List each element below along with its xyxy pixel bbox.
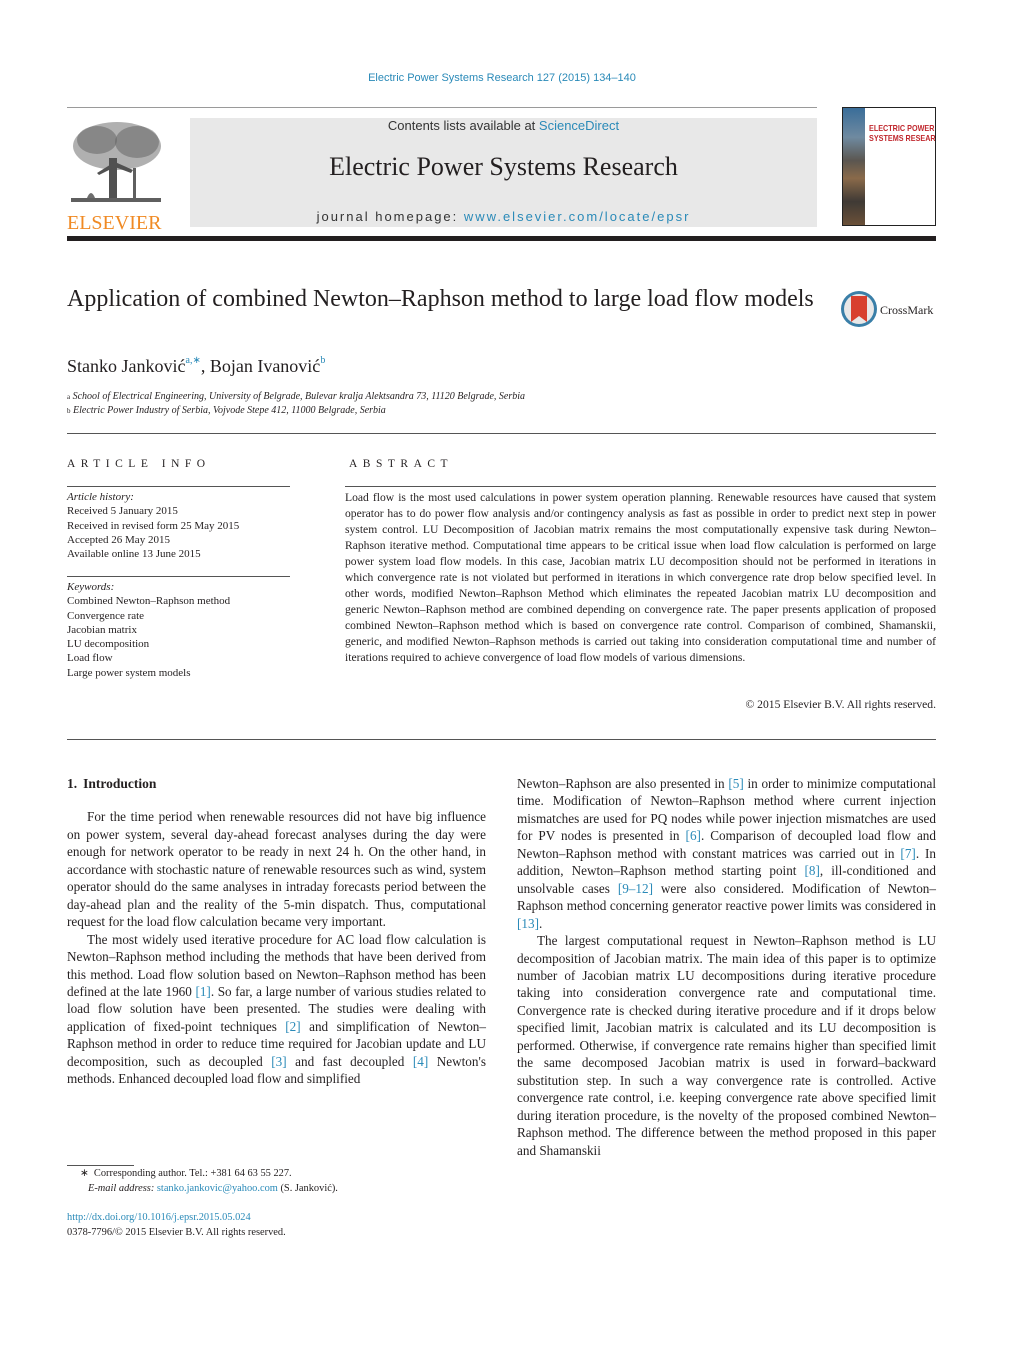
citation-link[interactable]: [6] <box>686 828 701 843</box>
citation-link[interactable]: [9–12] <box>618 881 653 896</box>
issn-line: 0378-7796/© 2015 Elsevier B.V. All right… <box>67 1226 286 1238</box>
homepage-link[interactable]: www.elsevier.com/locate/epsr <box>464 209 691 224</box>
history-item: Available online 13 June 2015 <box>67 548 201 561</box>
keyword-item: Jacobian matrix <box>67 623 137 636</box>
section-number: 1. <box>67 776 78 791</box>
doi-block: http://dx.doi.org/10.1016/j.epsr.2015.05… <box>67 1211 286 1240</box>
crossmark-icon <box>841 291 877 327</box>
cover-title: ELECTRIC POWER SYSTEMS RESEARCH <box>869 123 936 143</box>
email-link[interactable]: stanko.jankovic@yahoo.com <box>157 1183 278 1194</box>
crossmark-badge[interactable]: CrossMark <box>840 290 940 330</box>
divider <box>345 486 936 487</box>
author-list: Stanko Jankovića,∗, Bojan Ivanovićb <box>67 355 326 376</box>
footnote-divider <box>67 1165 134 1166</box>
homepage-line: journal homepage: www.elsevier.com/locat… <box>190 209 817 224</box>
divider <box>67 486 290 487</box>
article-title: Application of combined Newton–Raphson m… <box>67 286 814 312</box>
citation-link[interactable]: [8] <box>805 863 820 878</box>
header-divider <box>67 107 817 108</box>
author-name[interactable]: Stanko Janković <box>67 356 186 376</box>
citation-link[interactable]: [1] <box>195 984 210 999</box>
footnote: ∗ Corresponding author. Tel.: +381 64 63… <box>80 1167 338 1196</box>
citation-link[interactable]: [7] <box>900 846 915 861</box>
abstract-heading: ABSTRACT <box>349 458 454 470</box>
elsevier-wordmark: ELSEVIER <box>67 212 162 234</box>
keyword-item: Convergence rate <box>67 609 145 622</box>
footnote-corresponding: ∗ Corresponding author. Tel.: +381 64 63… <box>80 1168 292 1179</box>
elsevier-tree-icon <box>71 122 161 202</box>
history-item: Accepted 26 May 2015 <box>67 533 170 546</box>
crossmark-label: CrossMark <box>880 303 934 317</box>
cover-title-line2: SYSTEMS RESEARCH <box>869 133 936 143</box>
affiliation-item: b Electric Power Industry of Serbia, Voj… <box>67 405 386 416</box>
masthead-rule <box>67 236 936 241</box>
cover-image-strip <box>843 108 865 225</box>
journal-title: Electric Power Systems Research <box>329 152 678 181</box>
affiliation-item: a School of Electrical Engineering, Univ… <box>67 391 526 402</box>
keyword-item: Load flow <box>67 652 113 665</box>
abstract-text: Load flow is the most used calculations … <box>345 491 936 664</box>
keyword-item: Combined Newton–Raphson method <box>67 595 231 608</box>
body-column-left: 1. Introduction For the time period when … <box>67 775 486 1088</box>
author-affiliation-marker[interactable]: a,∗ <box>186 355 201 366</box>
journal-cover[interactable]: ELECTRIC POWER SYSTEMS RESEARCH <box>842 107 936 226</box>
contents-prefix: Contents lists available at <box>387 118 539 133</box>
keywords-label: Keywords: <box>67 581 115 593</box>
footnote-email: E-mail address: stanko.jankovic@yahoo.co… <box>88 1182 338 1194</box>
abstract-copyright: © 2015 Elsevier B.V. All rights reserved… <box>745 698 936 711</box>
body-column-right: Newton–Raphson are also presented in [5]… <box>517 775 936 1159</box>
elsevier-logo[interactable]: ELSEVIER <box>67 118 167 233</box>
doi-link[interactable]: http://dx.doi.org/10.1016/j.epsr.2015.05… <box>67 1211 286 1226</box>
history-label: Article history: <box>67 491 134 503</box>
divider <box>67 739 936 740</box>
keywords: Keywords: Combined Newton–Raphson method… <box>67 580 230 680</box>
email-label: E-mail address: <box>88 1182 155 1194</box>
article-history: Article history: Received 5 January 2015… <box>67 490 239 561</box>
keyword-item: LU decomposition <box>67 638 150 651</box>
divider <box>67 576 290 577</box>
section-heading: 1. Introduction <box>67 775 486 792</box>
citation-link[interactable]: [2] <box>285 1019 300 1034</box>
homepage-prefix: journal homepage: <box>316 209 464 224</box>
paragraph: For the time period when renewable resou… <box>67 809 486 930</box>
divider <box>67 433 936 434</box>
paragraph: The most widely used iterative procedure… <box>67 931 486 1087</box>
footnote-marker: ∗ <box>80 1168 89 1179</box>
sciencedirect-link[interactable]: ScienceDirect <box>539 118 619 133</box>
citation-link[interactable]: [4] <box>413 1054 428 1069</box>
journal-reference[interactable]: Electric Power Systems Research 127 (201… <box>0 72 1004 84</box>
paragraph: Newton–Raphson are also presented in [5]… <box>517 776 936 931</box>
author-name[interactable]: Bojan Ivanović <box>210 356 320 376</box>
author-affiliation-marker[interactable]: b <box>320 355 325 366</box>
citation-link[interactable]: [3] <box>271 1054 286 1069</box>
keyword-item: Large power system models <box>67 666 191 679</box>
paragraph: The largest computational request in New… <box>517 933 936 1158</box>
journal-masthead: Contents lists available at ScienceDirec… <box>190 118 817 227</box>
contents-line: Contents lists available at ScienceDirec… <box>190 118 817 133</box>
cover-title-line1: ELECTRIC POWER <box>869 123 935 133</box>
history-item: Received 5 January 2015 <box>67 505 178 518</box>
section-title: Introduction <box>83 776 157 791</box>
affiliations: a School of Electrical Engineering, Univ… <box>67 390 525 418</box>
article-info-heading: ARTICLE INFO <box>67 458 211 470</box>
history-item: Received in revised form 25 May 2015 <box>67 519 240 532</box>
citation-link[interactable]: [5] <box>728 776 743 791</box>
citation-link[interactable]: [13] <box>517 916 539 931</box>
